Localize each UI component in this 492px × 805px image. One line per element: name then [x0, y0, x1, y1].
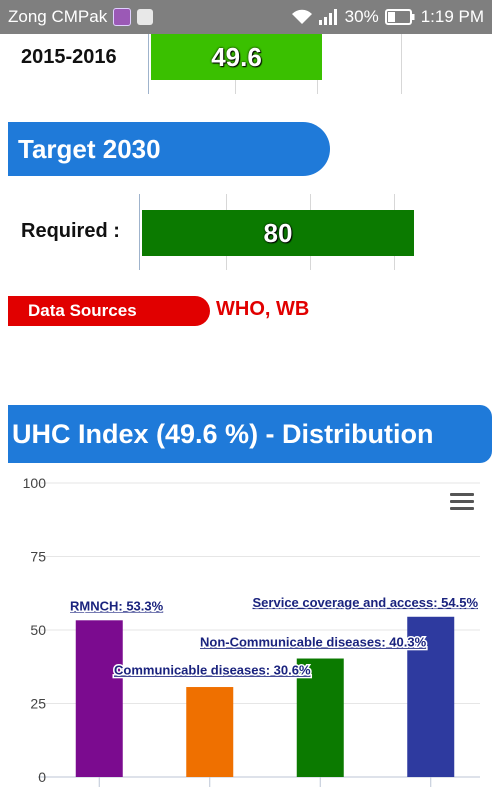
- signal-icon: [318, 9, 337, 25]
- target-bar: 80: [142, 210, 414, 256]
- chart-menu-icon[interactable]: [450, 489, 474, 514]
- baseline-value: 49.6: [211, 41, 262, 72]
- distribution-header-text: UHC Index (49.6 %) - Distribution: [12, 418, 434, 449]
- y-tick-label: 0: [38, 769, 46, 785]
- wifi-icon: [291, 9, 312, 24]
- data-label-2: Non-Communicable diseases: 40.3%: [200, 635, 427, 650]
- bar-0: [75, 620, 123, 777]
- distribution-header: UHC Index (49.6 %) - Distribution: [8, 405, 492, 463]
- data-sources-badge: Data Sources: [8, 296, 210, 326]
- clock: 1:19 PM: [420, 7, 484, 26]
- app-notification-icon: [113, 8, 132, 26]
- baseline-bar: 49.6: [151, 34, 322, 80]
- data-label-1: Communicable diseases: 30.6%: [114, 663, 311, 678]
- target-value: 80: [263, 217, 293, 248]
- distribution-chart-svg: 0 25 50 75 100 RMNCH: 53.3% Communicable disea…: [23, 475, 480, 787]
- carrier-name: Zong CMPak: [8, 7, 108, 26]
- y-tick-label: 100: [23, 475, 47, 491]
- status-bar: Zong CMPak 30% 1:19 PM: [0, 0, 492, 34]
- baseline-track: 49.6: [148, 34, 485, 94]
- target-header: Target 2030: [8, 122, 330, 176]
- y-tick-label: 75: [30, 549, 46, 565]
- target-card: Required : 80: [8, 192, 484, 272]
- data-label-0: RMNCH: 53.3%: [70, 598, 164, 613]
- target-header-text: Target 2030: [18, 133, 161, 164]
- bar-1: [186, 687, 234, 777]
- target-track: 80: [139, 194, 480, 270]
- y-tick-label: 50: [30, 622, 46, 638]
- baseline-label: 2015-2016: [21, 46, 117, 68]
- data-sources-label: Data Sources: [28, 301, 137, 320]
- battery-percent: 30%: [344, 7, 379, 26]
- notification-icon: [137, 9, 154, 25]
- data-sources-value: WHO, WB: [216, 298, 310, 320]
- required-label: Required :: [21, 220, 120, 242]
- battery-icon: [384, 9, 415, 25]
- data-label-3: Service coverage and access: 54.5%: [253, 595, 479, 610]
- y-tick-label: 25: [30, 696, 46, 712]
- baseline-card: 2015-2016 49.6: [8, 34, 484, 102]
- distribution-chart: 0 25 50 75 100 RMNCH: 53.3% Communicable disea…: [8, 465, 492, 800]
